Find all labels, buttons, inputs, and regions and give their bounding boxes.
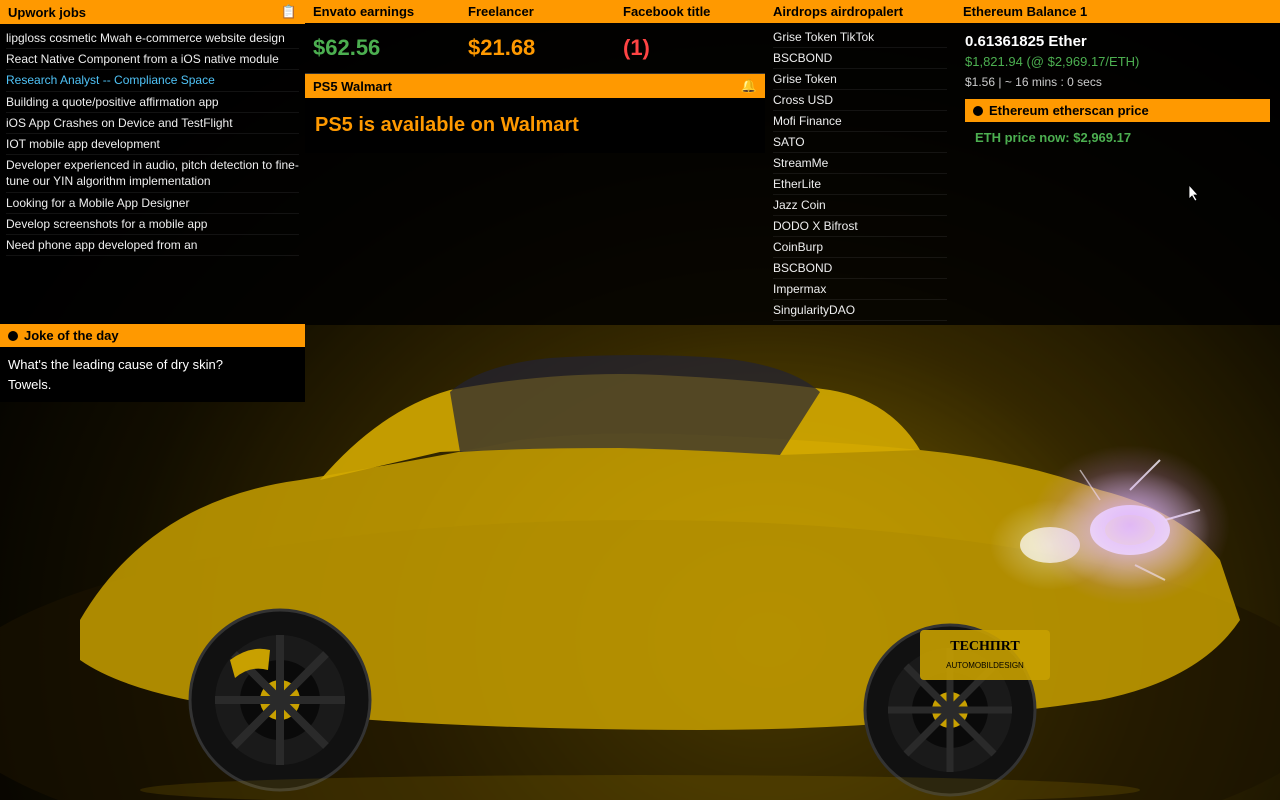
freelancer-panel: Freelancer $21.68 [460, 0, 615, 73]
eth-scan-bullet [973, 106, 983, 116]
ethereum-panel: Ethereum Balance 1 0.61361825 Ether $1,8… [955, 0, 1280, 325]
airdrops-panel: Airdrops airdropalert Grise Token TikTok… [765, 0, 955, 325]
freelancer-value: $21.68 [460, 23, 615, 73]
envato-header: Envato earnings [305, 0, 460, 23]
list-item[interactable]: SingularityDAO [773, 300, 947, 321]
list-item[interactable]: Grise Token TikTok [773, 27, 947, 48]
list-item[interactable]: BSCBOND [773, 258, 947, 279]
envato-value: $62.56 [305, 23, 460, 73]
upwork-title: Upwork jobs [8, 5, 86, 20]
eth-time-value: $1.56 | ~ 16 mins : 0 secs [965, 75, 1270, 89]
ps5-header: PS5 Walmart 🔔 [305, 74, 765, 98]
middle-panels: Envato earnings $62.56 Freelancer $21.68… [305, 0, 765, 325]
list-item[interactable]: Cross USD [773, 90, 947, 111]
freelancer-header: Freelancer [460, 0, 615, 23]
freelancer-title: Freelancer [468, 4, 534, 19]
airdrops-title: Airdrops airdropalert [773, 4, 903, 19]
list-item[interactable]: Developer experienced in audio, pitch de… [6, 155, 299, 192]
list-item[interactable]: Research Analyst -- Compliance Space [6, 70, 299, 91]
eth-usd-value: $1,821.94 (@ $2,969.17/ETH) [965, 54, 1270, 69]
upwork-panel: Upwork jobs 📋 lipgloss cosmetic Mwah e-c… [0, 0, 305, 325]
ps5-title: PS5 Walmart [313, 79, 392, 94]
joke-body: What's the leading cause of dry skin?Tow… [0, 347, 305, 402]
list-item[interactable]: BSCBOND [773, 48, 947, 69]
list-item[interactable]: SATO [773, 132, 947, 153]
list-item[interactable]: EtherLite [773, 174, 947, 195]
eth-price-row: ETH price now: $2,969.17 [965, 122, 1270, 153]
airdrops-header: Airdrops airdropalert [765, 0, 955, 23]
list-item[interactable]: Mofi Finance [773, 111, 947, 132]
list-item[interactable]: Jazz Coin [773, 195, 947, 216]
facebook-header: Facebook title [615, 0, 765, 23]
envato-panel: Envato earnings $62.56 [305, 0, 460, 73]
facebook-title: Facebook title [623, 4, 710, 19]
list-item[interactable]: iOS App Crashes on Device and TestFlight [6, 113, 299, 134]
list-item[interactable]: Building a quote/positive affirmation ap… [6, 92, 299, 113]
eth-balance-title: Ethereum Balance 1 [963, 4, 1087, 19]
eth-balance-header: Ethereum Balance 1 [955, 0, 1280, 23]
bell-icon: 🔔 [741, 78, 757, 94]
eth-price-value: $2,969.17 [1073, 130, 1131, 145]
list-item[interactable]: lipgloss cosmetic Mwah e-commerce websit… [6, 28, 299, 49]
joke-section: Joke of the day What's the leading cause… [0, 324, 305, 402]
envato-title: Envato earnings [313, 4, 414, 19]
metrics-row: Envato earnings $62.56 Freelancer $21.68… [305, 0, 765, 73]
eth-balance-value: 0.61361825 Ether [965, 33, 1270, 50]
list-item[interactable]: Looking for a Mobile App Designer [6, 193, 299, 214]
airdrops-body: Grise Token TikTok BSCBOND Grise Token C… [765, 23, 955, 325]
list-item[interactable]: React Native Component from a iOS native… [6, 49, 299, 70]
ps5-widget: PS5 Walmart 🔔 PS5 is available on Walmar… [305, 73, 765, 153]
eth-balance-body: 0.61361825 Ether $1,821.94 (@ $2,969.17/… [955, 23, 1280, 163]
list-item[interactable]: Grise Token [773, 69, 947, 90]
list-item[interactable]: StreamMe [773, 153, 947, 174]
joke-header: Joke of the day [0, 324, 305, 347]
facebook-panel: Facebook title (1) [615, 0, 765, 73]
panels-container: Upwork jobs 📋 lipgloss cosmetic Mwah e-c… [0, 0, 1280, 325]
list-item[interactable]: Develop screenshots for a mobile app [6, 214, 299, 235]
ps5-message: PS5 is available on Walmart [305, 98, 765, 153]
upwork-icon: 📋 [281, 4, 297, 20]
svg-text:TECHΠRT: TECHΠRT [950, 639, 1020, 654]
list-item[interactable]: Need phone app developed from an [6, 235, 299, 256]
joke-title: Joke of the day [24, 328, 119, 343]
eth-price-label: ETH price now: [975, 130, 1070, 145]
eth-scan-title: Ethereum etherscan price [989, 103, 1149, 118]
joke-text: What's the leading cause of dry skin?Tow… [8, 357, 223, 392]
upwork-body: lipgloss cosmetic Mwah e-commerce websit… [0, 24, 305, 260]
facebook-value: (1) [615, 23, 765, 73]
list-item[interactable]: DODO X Bifrost [773, 216, 947, 237]
list-item[interactable]: CoinBurp [773, 237, 947, 258]
eth-scan-header: Ethereum etherscan price [965, 99, 1270, 122]
list-item[interactable]: Impermax [773, 279, 947, 300]
list-item[interactable]: IOT mobile app development [6, 134, 299, 155]
upwork-header: Upwork jobs 📋 [0, 0, 305, 24]
svg-text:AUTOMOBILDESIGN: AUTOMOBILDESIGN [946, 661, 1024, 670]
joke-bullet [8, 331, 18, 341]
